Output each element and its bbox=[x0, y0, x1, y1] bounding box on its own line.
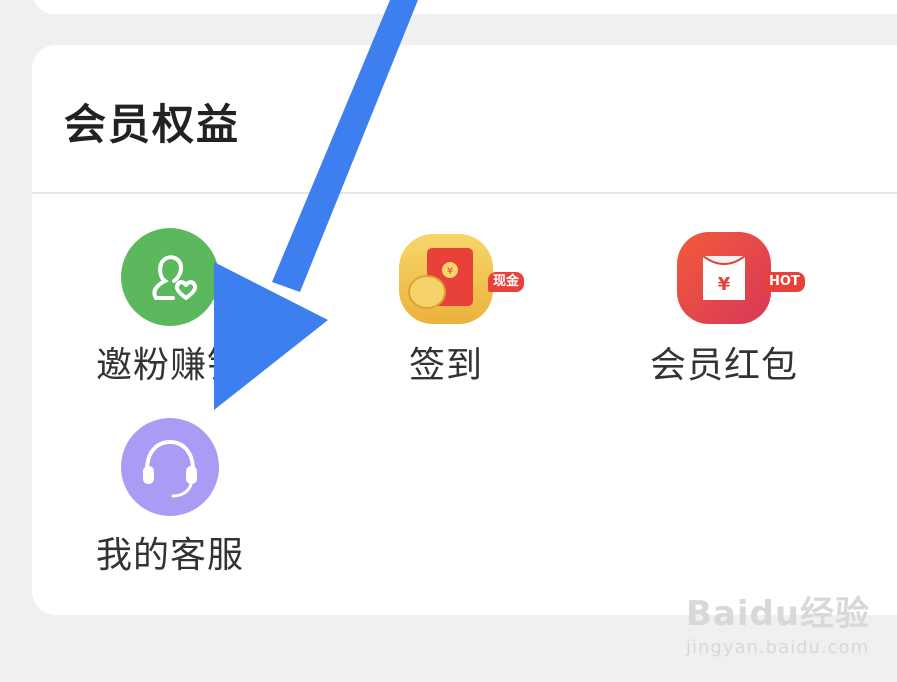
section-title: 会员权益 bbox=[64, 100, 241, 149]
benefit-label: 邀粉赚钱 bbox=[95, 345, 244, 386]
watermark-url: jingyan.baidu.com bbox=[686, 637, 870, 658]
card-header: 会员权益 bbox=[32, 45, 897, 193]
benefit-label: 我的客服 bbox=[95, 535, 244, 576]
benefit-item-customer-service[interactable]: 我的客服 bbox=[70, 418, 270, 578]
sign-in-icon: ¥ bbox=[397, 228, 495, 326]
divider bbox=[32, 192, 897, 194]
svg-text:¥: ¥ bbox=[718, 274, 731, 295]
customer-service-icon bbox=[121, 418, 219, 516]
benefit-item-red-packet[interactable]: ¥ HOT 会员红包 bbox=[624, 228, 824, 388]
member-benefits-card: 会员权益 邀粉赚钱 ¥ 现金 签到 ¥ HOT 会员红包 我的客服 bbox=[32, 45, 897, 615]
cash-badge: 现金 bbox=[488, 272, 525, 292]
benefit-label: 签到 bbox=[408, 345, 483, 386]
benefit-item-invite[interactable]: 邀粉赚钱 bbox=[70, 228, 270, 388]
red-packet-icon: ¥ bbox=[675, 228, 773, 326]
hot-badge: HOT bbox=[764, 272, 805, 292]
invite-fans-icon bbox=[121, 228, 219, 326]
baidu-watermark: Baidu经验 jingyan.baidu.com bbox=[686, 586, 870, 658]
benefit-label: 会员红包 bbox=[649, 345, 798, 386]
svg-text:¥: ¥ bbox=[447, 266, 453, 277]
benefit-item-sign-in[interactable]: ¥ 现金 签到 bbox=[346, 228, 546, 388]
previous-card bbox=[32, 0, 897, 14]
watermark-logo: Baidu经验 bbox=[686, 594, 871, 634]
